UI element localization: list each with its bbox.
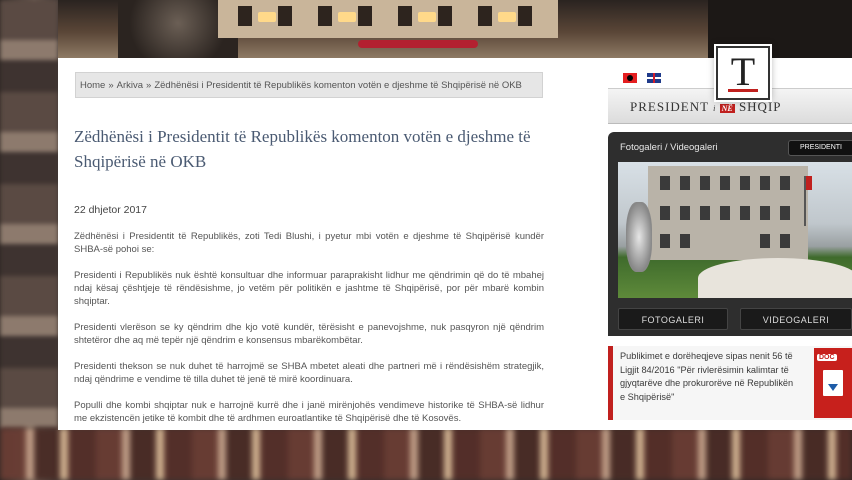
gallery-widget: Fotogaleri / Videogaleri PRESIDENTI FOTO… — [608, 132, 852, 336]
banner-building — [218, 0, 558, 38]
gallery-photo[interactable] — [618, 162, 852, 298]
article-paragraph: Presidenti vlerëson se ky qëndrim dhe kj… — [74, 322, 544, 346]
resignations-notice[interactable]: Publikimet e dorëheqjeve sipas nenit 56 … — [608, 346, 852, 420]
president-gallery-button[interactable]: PRESIDENTI — [788, 140, 852, 156]
doc-label: DOC — [817, 354, 837, 361]
breadcrumb-archive-link[interactable]: Arkiva — [117, 80, 143, 91]
download-arrow-icon — [823, 370, 843, 396]
article-paragraph: Zëdhënësi i Presidentit të Republikës, z… — [74, 231, 544, 255]
breadcrumb-current: Zëdhënësi i Presidentit të Republikës ko… — [154, 80, 522, 91]
tab-videogaleri[interactable]: VIDEOGALERI — [740, 308, 852, 330]
uk-flag-icon[interactable] — [647, 73, 661, 83]
blurred-background-left — [0, 0, 58, 430]
breadcrumb-separator: » — [108, 80, 114, 91]
tv-channel-logo: T — [716, 46, 770, 100]
blurred-background-bottom — [0, 428, 852, 480]
notice-text[interactable]: Publikimet e dorëheqjeve sipas nenit 56 … — [620, 350, 800, 404]
banner-flowerbed — [358, 40, 478, 48]
tv-logo-bar — [728, 89, 758, 92]
president-logo-text: PRESIDENT i NË SHQIP — [630, 99, 782, 114]
gallery-header[interactable]: Fotogaleri / Videogaleri — [620, 142, 718, 153]
article-date: 22 dhjetor 2017 — [74, 204, 147, 216]
article-paragraph: Presidenti i Republikës nuk është konsul… — [74, 270, 544, 307]
tv-logo-letter: T — [730, 49, 756, 94]
article-title: Zëdhënësi i Presidentit të Republikës ko… — [74, 127, 531, 171]
document-download-icon[interactable]: DOC — [814, 348, 852, 418]
notice-accent-bar — [608, 346, 613, 420]
albanian-flag-icon[interactable] — [623, 73, 637, 83]
language-switcher — [623, 73, 661, 83]
article-paragraph: Presidenti thekson se nuk duhet të harro… — [74, 361, 544, 385]
breadcrumb: Home» Arkiva» Zëdhënësi i Presidentit të R… — [75, 72, 543, 98]
breadcrumb-separator: » — [146, 80, 152, 91]
article-paragraph: Populli dhe kombi shqiptar nuk e harrojn… — [74, 400, 544, 424]
breadcrumb-home-link[interactable]: Home — [80, 80, 105, 91]
tab-fotogaleri[interactable]: FOTOGALERI — [618, 308, 728, 330]
